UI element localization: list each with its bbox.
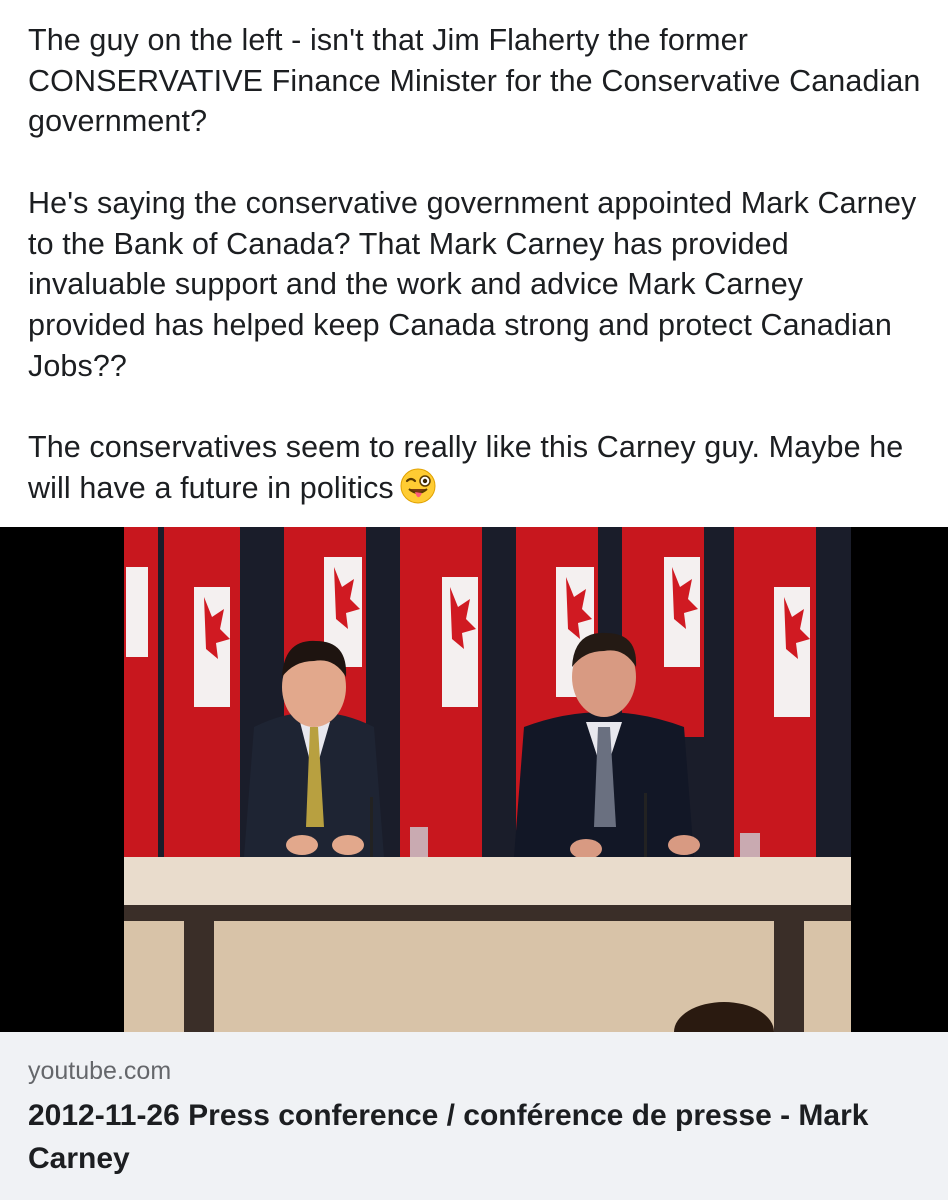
link-domain: youtube.com — [28, 1057, 172, 1085]
post-paragraph-3: The conservatives seem to really like th… — [28, 427, 928, 508]
post-paragraph-3-text: The conservatives seem to really like th… — [28, 430, 904, 505]
video-thumbnail[interactable]: i — [0, 527, 948, 1032]
winking-face-with-tongue-icon — [400, 468, 436, 504]
post-paragraph-1: The guy on the left - isn't that Jim Fla… — [28, 23, 921, 139]
press-conference-image — [124, 527, 851, 1032]
link-preview-card[interactable]: youtube.com 2012-11-26 Press conference … — [0, 1032, 948, 1200]
post-paragraph-2: He's saying the conservative government … — [28, 185, 917, 383]
post-text: The guy on the left - isn't that Jim Fla… — [28, 20, 928, 508]
link-title[interactable]: 2012-11-26 Press conference / conférence… — [28, 1094, 928, 1180]
